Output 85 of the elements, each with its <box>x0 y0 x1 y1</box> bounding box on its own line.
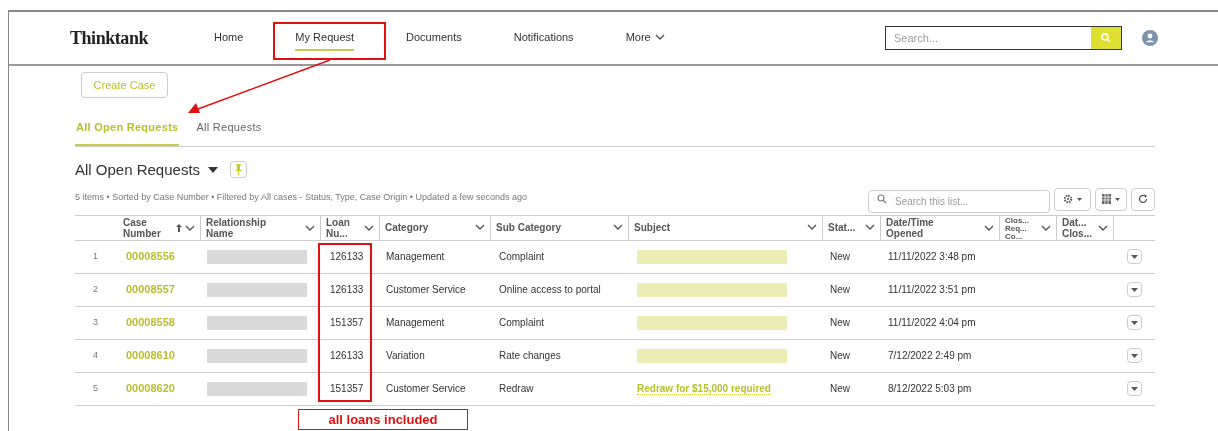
table-cell: 151357 <box>330 383 364 394</box>
chevron-down-icon <box>865 224 875 231</box>
dropdown-triangle-icon[interactable] <box>208 166 219 173</box>
annotation-label: all loans included <box>298 409 468 430</box>
refresh-icon <box>1138 194 1148 204</box>
chevron-down-icon <box>185 224 195 232</box>
table-cell: Complaint <box>499 251 545 262</box>
chevron-down-icon <box>807 224 817 231</box>
caret-icon <box>1131 320 1138 325</box>
table-cell: New <box>830 251 850 262</box>
caret-icon <box>1131 386 1138 391</box>
table-cell: 8/12/2022 5:03 pm <box>888 383 972 394</box>
table-cell: Customer Service <box>386 383 466 394</box>
table-cell: New <box>830 317 850 328</box>
column-header[interactable]: Clos... Req... Co... <box>1000 215 1057 240</box>
table-cell: New <box>830 350 850 361</box>
column-header[interactable]: Category <box>380 215 491 240</box>
table-cell: Online access to portal <box>499 284 601 295</box>
caret-icon <box>1115 197 1120 201</box>
table-cell: 126133 <box>330 284 364 295</box>
table-cell: 7/12/2022 2:49 pm <box>888 350 972 361</box>
chevron-down-icon <box>475 224 485 231</box>
table-cell: Rate changes <box>499 350 561 361</box>
table-cell: Management <box>386 317 445 328</box>
nav-link[interactable]: My Request <box>295 24 355 52</box>
sort-arrow-icon <box>176 224 182 232</box>
row-actions-button[interactable] <box>1127 249 1142 264</box>
nav-link[interactable]: Home <box>214 24 244 52</box>
row-actions-button[interactable] <box>1127 282 1142 297</box>
table-cell: 126133 <box>330 350 364 361</box>
table-cell: 11/11/2022 3:51 pm <box>888 284 976 295</box>
chevron-down-icon <box>1098 224 1108 232</box>
table-cell: Variation <box>386 350 425 361</box>
logo[interactable]: Thinktank <box>70 24 148 52</box>
gear-icon <box>1063 194 1073 204</box>
chevron-down-icon <box>984 224 994 232</box>
row-number: 1 <box>92 249 99 263</box>
caret-icon <box>1077 197 1082 201</box>
table-cell: Redraw <box>499 383 534 394</box>
row-actions-button[interactable] <box>1127 315 1142 330</box>
caret-icon <box>1131 353 1138 358</box>
chevron-down-icon <box>654 33 665 41</box>
column-header[interactable]: Case Number <box>118 215 201 240</box>
column-header[interactable]: Relationship Name <box>201 215 321 240</box>
row-number: 4 <box>92 348 99 362</box>
column-header[interactable]: Stat... <box>823 215 881 240</box>
column-header[interactable]: Subject <box>629 215 823 240</box>
table-cell: New <box>830 383 850 394</box>
nav-link[interactable]: Notifications <box>513 24 574 52</box>
table-cell: Complaint <box>499 317 545 328</box>
refresh-button[interactable] <box>1131 187 1155 211</box>
tab[interactable]: All Requests <box>195 119 263 146</box>
table-cell: 126133 <box>330 251 364 262</box>
list-meta: 5 items • Sorted by Case Number • Filtered by All cases - Status, Type, Case Origin • Updated a few seconds ago <box>75 191 527 204</box>
list-title: All Open Requests <box>75 159 201 180</box>
row-actions-button[interactable] <box>1127 381 1142 396</box>
chevron-down-icon <box>1041 224 1051 232</box>
table-cell: New <box>830 284 850 295</box>
column-header[interactable]: Sub Category <box>491 215 629 240</box>
chevron-down-icon <box>364 224 374 232</box>
table-cell: Customer Service <box>386 284 466 295</box>
table-cell: 11/11/2022 4:04 pm <box>888 317 976 328</box>
chevron-down-icon <box>305 224 315 232</box>
caret-icon <box>1131 254 1138 259</box>
table-cell: 11/11/2022 3:48 pm <box>888 251 976 262</box>
row-actions-button[interactable] <box>1127 348 1142 363</box>
row-number: 3 <box>92 315 99 329</box>
table-icon <box>1102 194 1111 204</box>
caret-icon <box>1131 287 1138 292</box>
pin-icon <box>235 164 243 176</box>
table-cell: Management <box>386 251 445 262</box>
row-number: 2 <box>92 282 99 296</box>
column-header[interactable]: Dat... Clos... <box>1057 215 1114 240</box>
avatar-icon[interactable] <box>1142 30 1158 46</box>
list-search-field[interactable]: Search this list... <box>868 189 1050 213</box>
search-icon <box>877 193 887 204</box>
display-as-button[interactable] <box>1095 187 1127 211</box>
chevron-down-icon <box>613 224 623 231</box>
row-number: 5 <box>92 381 99 395</box>
column-header[interactable]: Loan Nu... <box>321 215 380 240</box>
more-menu[interactable]: More <box>625 24 665 52</box>
table-cell: 151357 <box>330 317 364 328</box>
settings-button[interactable] <box>1054 187 1091 211</box>
nav-link[interactable]: Documents <box>406 24 462 52</box>
column-header[interactable]: Date/Time Opened <box>881 215 1000 240</box>
